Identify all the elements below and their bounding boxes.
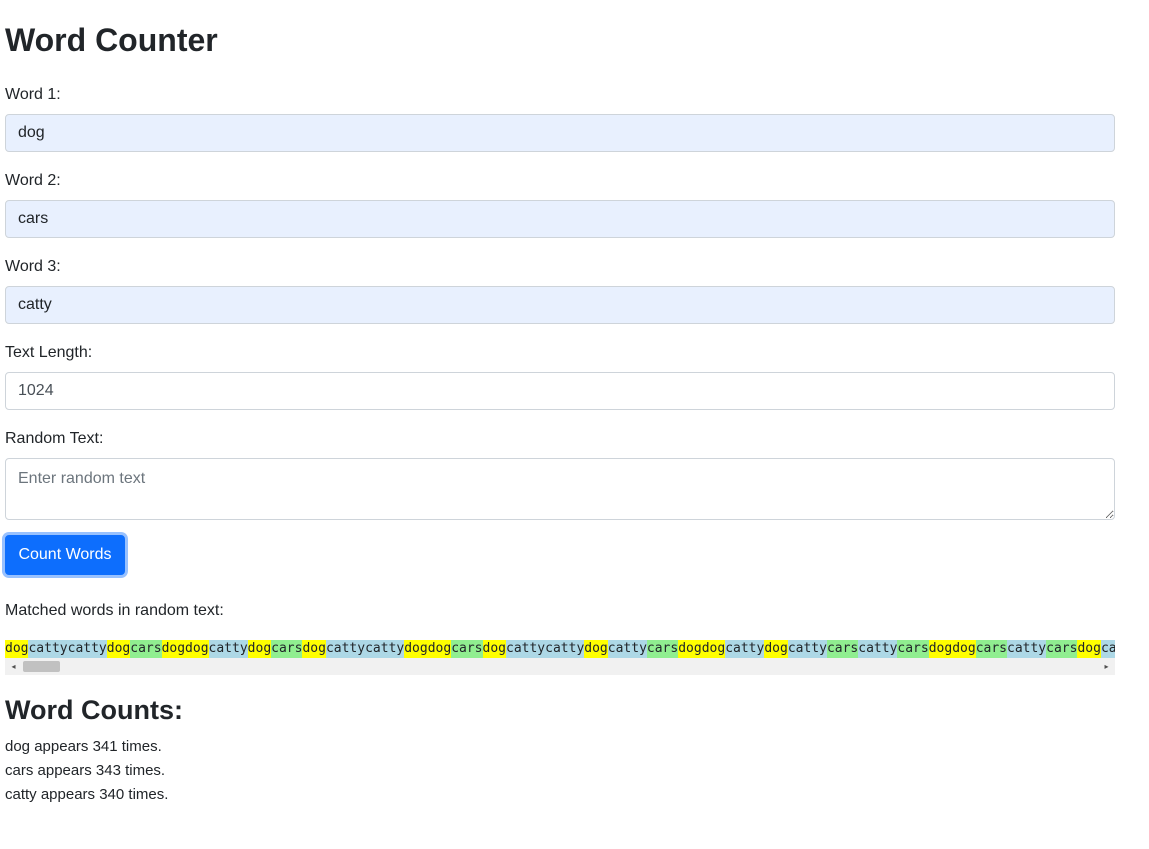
- random-text-label: Random Text:: [5, 430, 104, 447]
- matched-token: catty: [325, 640, 366, 658]
- matched-token: dog: [701, 640, 726, 658]
- word3-input[interactable]: [5, 286, 1115, 324]
- matched-token: dog: [161, 640, 186, 658]
- word2-label: Word 2:: [5, 172, 61, 189]
- matched-token: catty: [1007, 640, 1047, 658]
- word2-count-line: cars appears 343 times.: [5, 762, 166, 779]
- matched-token: dog: [5, 640, 29, 658]
- matched-text-strip: dogcattycattydogcarsdogdogcattydogcarsdo…: [5, 640, 1115, 658]
- matched-token: dog: [764, 640, 788, 658]
- word3-count-line: catty appears 340 times.: [5, 786, 169, 803]
- matched-token: dog: [952, 640, 976, 658]
- horizontal-scrollbar[interactable]: ◂ ▸: [5, 658, 1115, 675]
- matched-token: catty: [208, 640, 248, 658]
- matched-token: catt: [1100, 640, 1115, 658]
- word-counts-heading: Word Counts:: [5, 695, 183, 725]
- count-words-button[interactable]: Count Words: [5, 535, 125, 575]
- scrollbar-thumb[interactable]: [23, 661, 60, 672]
- matched-token: dog: [302, 640, 326, 658]
- word1-label: Word 1:: [5, 86, 61, 103]
- word1-count-line: dog appears 341 times.: [5, 738, 162, 755]
- matched-token: cars: [897, 640, 929, 658]
- page-title: Word Counter: [5, 22, 218, 58]
- random-text-textarea[interactable]: [5, 458, 1115, 520]
- matched-token: catty: [787, 640, 827, 658]
- matched-token: catty: [607, 640, 647, 658]
- matched-token: catty: [858, 640, 898, 658]
- matched-token: dog: [427, 640, 452, 658]
- word1-input[interactable]: [5, 114, 1115, 152]
- matched-token: dog: [678, 640, 702, 658]
- matched-token: dog: [185, 640, 209, 658]
- matched-token: catty: [67, 640, 107, 658]
- matched-token: dog: [1077, 640, 1101, 658]
- matched-token: catty: [506, 640, 546, 658]
- word2-input[interactable]: [5, 200, 1115, 238]
- matched-words-label: Matched words in random text:: [5, 602, 224, 619]
- matched-token: catty: [365, 640, 405, 658]
- matched-token: catty: [725, 640, 765, 658]
- matched-token: cars: [451, 640, 483, 658]
- scroll-left-arrow-icon[interactable]: ◂: [5, 658, 22, 675]
- matched-token: cars: [826, 640, 859, 658]
- matched-token: cars: [975, 640, 1007, 658]
- matched-token: dog: [928, 640, 953, 658]
- word3-label: Word 3:: [5, 258, 61, 275]
- text-length-input[interactable]: [5, 372, 1115, 410]
- scroll-right-arrow-icon[interactable]: ▸: [1098, 658, 1115, 675]
- matched-token: dog: [404, 640, 428, 658]
- matched-token: cars: [1046, 640, 1078, 658]
- matched-token: dog: [247, 640, 272, 658]
- matched-token: dog: [106, 640, 131, 658]
- text-length-label: Text Length:: [5, 344, 93, 361]
- matched-token: cars: [271, 640, 303, 658]
- matched-token: dog: [482, 640, 506, 658]
- matched-token: catty: [545, 640, 585, 658]
- matched-token: catty: [28, 640, 68, 658]
- matched-token: dog: [584, 640, 608, 658]
- matched-token: cars: [646, 640, 679, 658]
- matched-token: cars: [130, 640, 162, 658]
